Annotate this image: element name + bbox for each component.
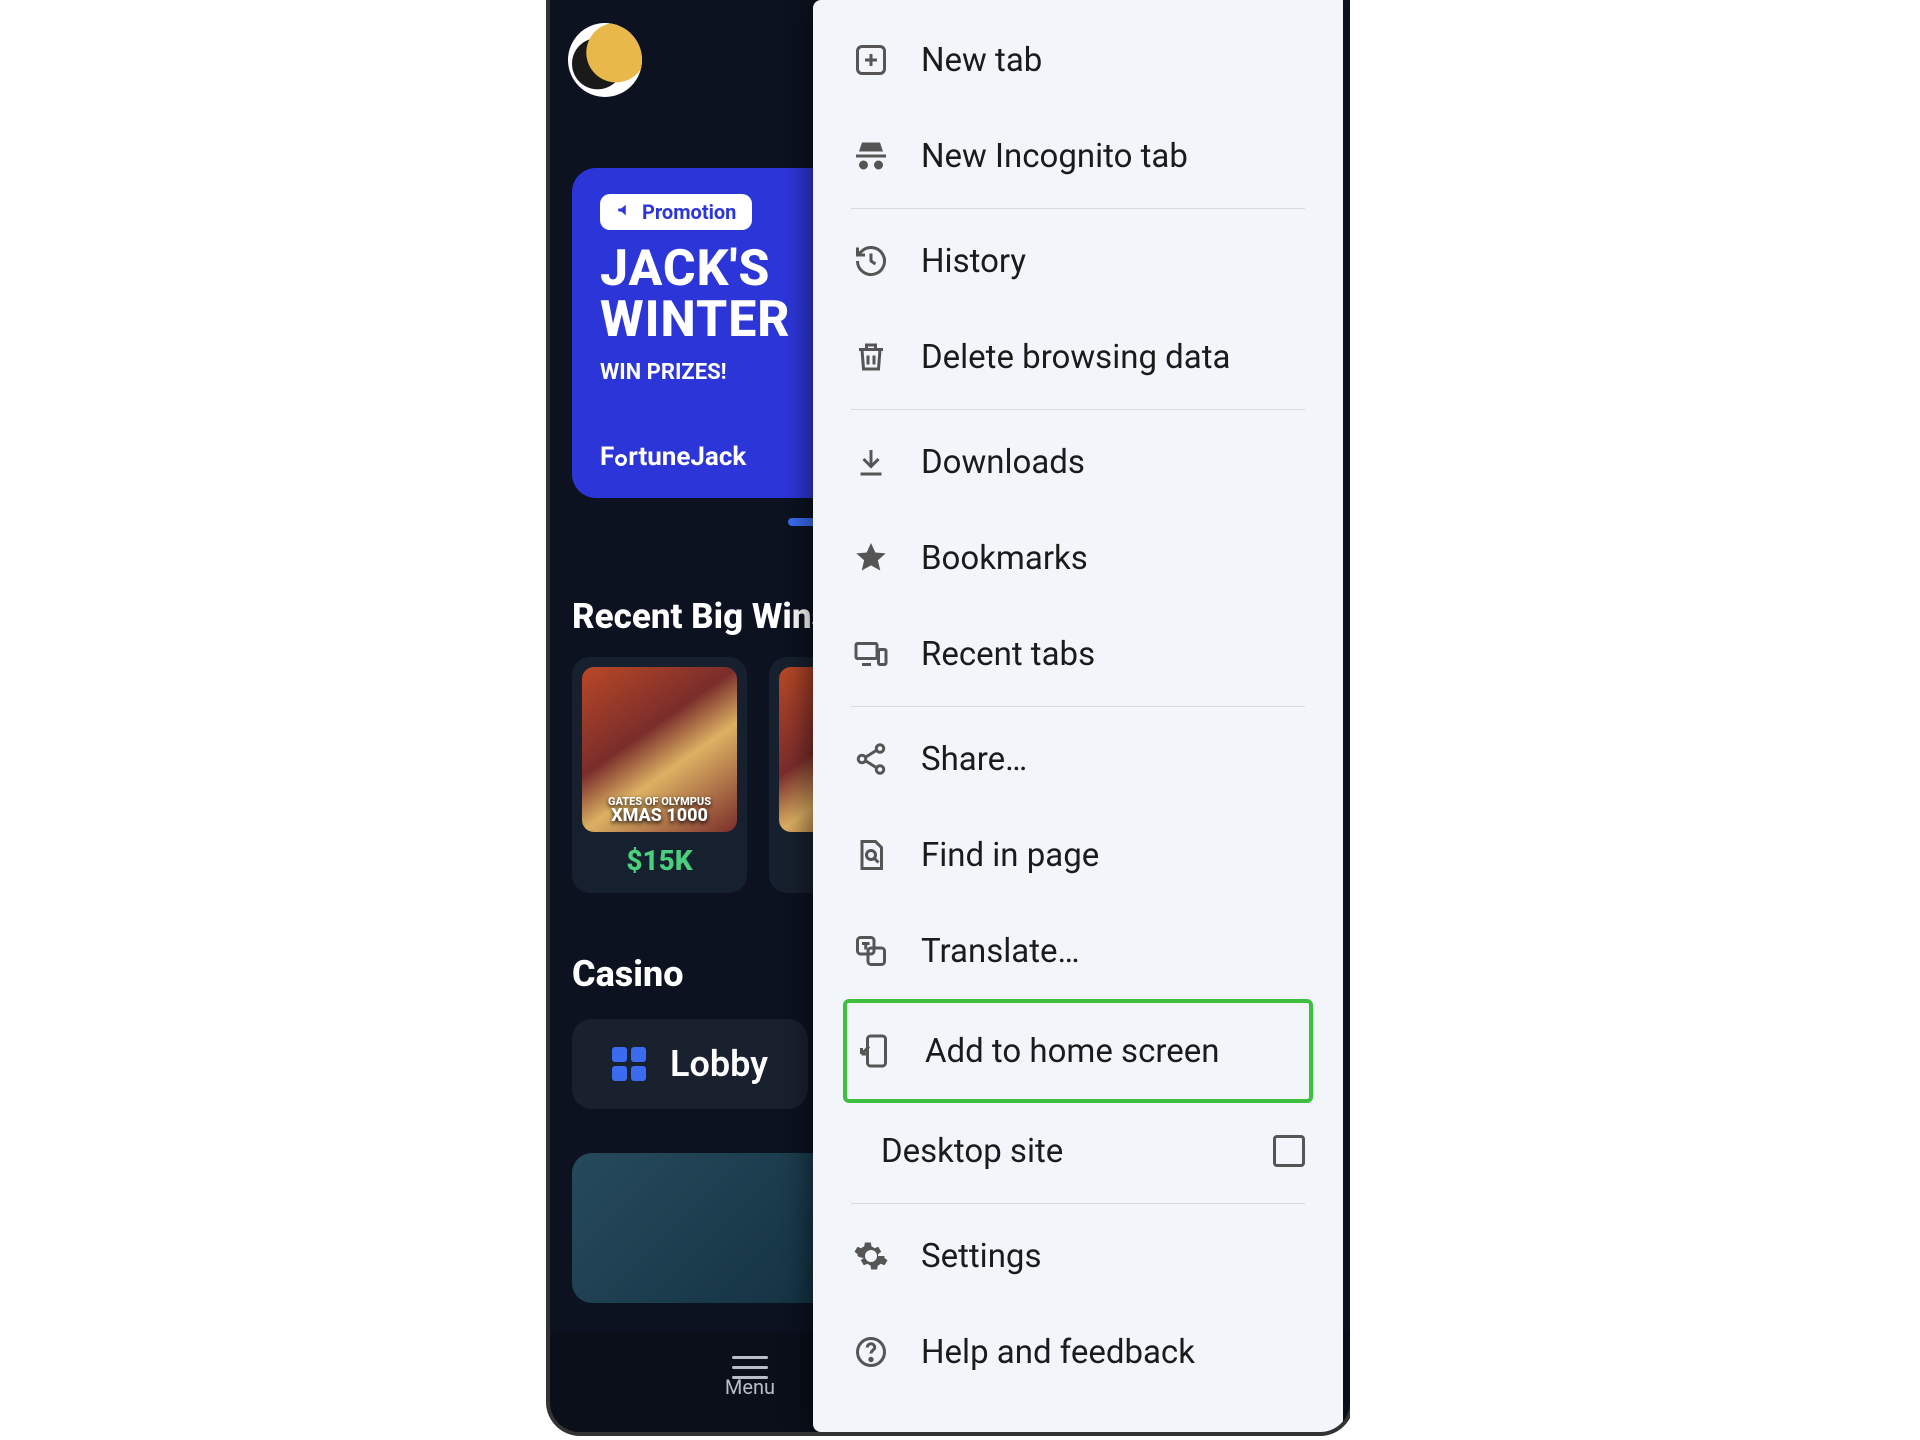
find-in-page-icon xyxy=(851,837,891,873)
app-logo[interactable] xyxy=(568,23,642,97)
share-icon xyxy=(851,741,891,777)
menu-item-label: Bookmarks xyxy=(921,539,1088,578)
menu-divider xyxy=(851,208,1305,209)
menu-item-label: Delete browsing data xyxy=(921,338,1230,377)
right-mask xyxy=(1350,0,1920,1440)
menu-settings[interactable]: Settings xyxy=(851,1208,1305,1304)
hamburger-icon xyxy=(732,1366,768,1369)
help-icon xyxy=(851,1334,891,1370)
history-icon xyxy=(851,243,891,279)
menu-translate[interactable]: Translate… xyxy=(851,903,1305,999)
menu-item-label: History xyxy=(921,242,1026,281)
menu-item-label: Recent tabs xyxy=(921,635,1095,674)
menu-item-label: Translate… xyxy=(921,932,1080,971)
menu-incognito[interactable]: New Incognito tab xyxy=(851,108,1305,204)
menu-delete-data[interactable]: Delete browsing data xyxy=(851,309,1305,405)
star-icon xyxy=(851,540,891,576)
menu-divider xyxy=(851,409,1305,410)
menu-new-tab[interactable]: New tab xyxy=(851,12,1305,108)
menu-item-label: Find in page xyxy=(921,836,1099,875)
promo-badge: Promotion xyxy=(600,194,752,230)
desktop-checkbox[interactable] xyxy=(1273,1135,1305,1167)
menu-item-label: Share… xyxy=(921,740,1027,779)
menu-divider xyxy=(851,706,1305,707)
plus-box-icon xyxy=(851,42,891,78)
menu-item-label: Help and feedback xyxy=(921,1333,1195,1372)
highlight-add-home: Add to home screen xyxy=(843,999,1313,1103)
lobby-grid-icon xyxy=(612,1047,646,1081)
download-icon xyxy=(851,444,891,480)
menu-help[interactable]: Help and feedback xyxy=(851,1304,1305,1400)
menu-item-label: Settings xyxy=(921,1237,1042,1276)
menu-desktop-site[interactable]: Desktop site xyxy=(851,1103,1305,1199)
gear-icon xyxy=(851,1238,891,1274)
menu-item-label: Desktop site xyxy=(881,1132,1063,1171)
menu-item-label: Add to home screen xyxy=(925,1032,1219,1071)
translate-icon xyxy=(851,933,891,969)
promo-badge-label: Promotion xyxy=(642,200,736,224)
menu-item-label: New Incognito tab xyxy=(921,137,1188,176)
menu-divider xyxy=(851,1203,1305,1204)
menu-find[interactable]: Find in page xyxy=(851,807,1305,903)
win-card[interactable]: GATES OF OLYMPUS XMAS 1000 $15K xyxy=(572,657,747,893)
lobby-chip[interactable]: Lobby xyxy=(572,1019,808,1109)
win-thumb-label: GATES OF OLYMPUS XMAS 1000 xyxy=(608,796,711,832)
menu-share[interactable]: Share… xyxy=(851,711,1305,807)
browser-menu: New tab New Incognito tab History De xyxy=(813,0,1343,1432)
menu-recent-tabs[interactable]: Recent tabs xyxy=(851,606,1305,702)
trash-icon xyxy=(851,339,891,375)
menu-bookmarks[interactable]: Bookmarks xyxy=(851,510,1305,606)
phone-frame: Promotion JACK'S WINTER WIN PRIZES! Frtu… xyxy=(550,0,1350,1432)
menu-item-label: New tab xyxy=(921,41,1042,80)
incognito-icon xyxy=(851,138,891,174)
devices-icon xyxy=(851,636,891,672)
win-thumb: GATES OF OLYMPUS XMAS 1000 xyxy=(582,667,737,832)
add-to-home-icon xyxy=(855,1033,895,1069)
menu-downloads[interactable]: Downloads xyxy=(851,414,1305,510)
win-amount: $15K xyxy=(582,844,737,877)
menu-item-label: Downloads xyxy=(921,443,1085,482)
menu-add-home[interactable]: Add to home screen xyxy=(855,1003,1301,1099)
megaphone-icon xyxy=(616,200,634,224)
lobby-label: Lobby xyxy=(670,1043,768,1085)
menu-history[interactable]: History xyxy=(851,213,1305,309)
